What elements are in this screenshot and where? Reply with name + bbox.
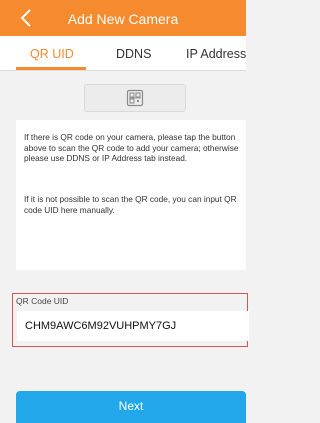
tab-ddns[interactable]: DDNS	[116, 36, 151, 70]
tab-qr-uid[interactable]: QR UID	[30, 36, 74, 70]
tab-ip-address[interactable]: IP Address	[186, 36, 246, 70]
uid-label: QR Code UID	[16, 296, 69, 306]
scan-qr-button[interactable]	[84, 84, 186, 112]
qr-scan-icon	[126, 89, 144, 107]
next-button[interactable]: Next	[16, 391, 246, 423]
instructions-paragraph-1: If there is QR code on your camera, plea…	[24, 132, 239, 163]
app-header: Add New Camera	[0, 0, 246, 36]
page-title: Add New Camera	[67, 11, 179, 27]
tab-bar: QR UID DDNS IP Address	[0, 36, 246, 71]
instructions-paragraph-2: If it is not possible to scan the QR cod…	[24, 194, 237, 215]
active-tab-indicator	[16, 67, 86, 70]
uid-input[interactable]	[17, 311, 249, 341]
uid-field-group: QR Code UID	[12, 293, 249, 347]
instructions-panel: If there is QR code on your camera, plea…	[16, 120, 246, 270]
